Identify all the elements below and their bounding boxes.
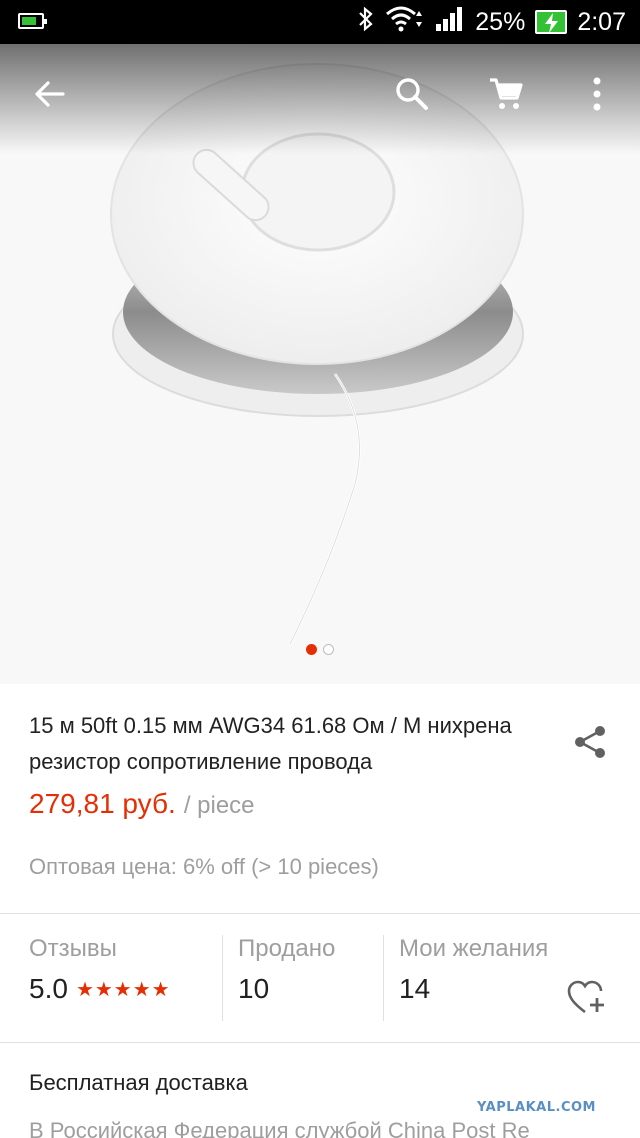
shipping-title: Бесплатная доставка xyxy=(29,1070,248,1095)
status-bar: 25% 2:07 xyxy=(0,0,640,44)
price-row: 279,81 руб. / piece xyxy=(29,788,255,820)
reviews-label: Отзывы xyxy=(29,935,117,962)
wholesale-price: Оптовая цена: 6% off (> 10 pieces) xyxy=(29,854,379,879)
cart-button[interactable] xyxy=(482,70,530,118)
back-button[interactable] xyxy=(26,70,74,118)
share-button[interactable] xyxy=(568,720,612,764)
signal-icon xyxy=(435,6,465,39)
heart-add-icon xyxy=(567,980,604,1014)
sold-stat: Продано 10 xyxy=(238,935,335,1025)
divider xyxy=(222,935,223,1021)
sold-value: 10 xyxy=(238,973,270,1004)
share-icon xyxy=(575,726,605,758)
pager-dot[interactable] xyxy=(323,644,334,655)
search-icon xyxy=(396,78,428,110)
overflow-menu-button[interactable] xyxy=(573,70,621,118)
wishlist-label: Мои желания xyxy=(399,935,549,962)
product-price: 279,81 руб. xyxy=(29,788,176,819)
rating-stars: ★★★★★ xyxy=(75,978,171,1001)
shipping-description: В Российская Федерация службой China Pos… xyxy=(29,1118,530,1138)
divider xyxy=(383,935,384,1021)
search-button[interactable] xyxy=(388,70,436,118)
divider xyxy=(0,913,640,914)
battery-charging-icon xyxy=(535,10,568,34)
product-title: 15 м 50ft 0.15 мм AWG34 61.68 Ом / М них… xyxy=(29,713,512,774)
sold-label: Продано xyxy=(238,935,336,962)
watermark: YAPLAKAL.COM xyxy=(477,1100,596,1115)
wifi-icon xyxy=(385,5,425,40)
pager-dot-active[interactable] xyxy=(306,644,317,655)
cart-icon xyxy=(490,78,523,109)
reviews-stat[interactable]: Отзывы 5.0 ★★★★★ xyxy=(29,935,171,1025)
arrow-back-icon xyxy=(35,81,65,107)
product-image-gallery[interactable] xyxy=(0,44,640,684)
add-to-wishlist-button[interactable] xyxy=(566,977,608,1019)
wishlist-value: 14 xyxy=(399,973,431,1004)
clock: 2:07 xyxy=(577,7,626,36)
gallery-pager xyxy=(0,644,640,655)
battery-percent: 25% xyxy=(475,7,526,36)
divider xyxy=(0,1042,640,1043)
status-icons: 25% 2:07 xyxy=(357,0,626,44)
reviews-value: 5.0 xyxy=(29,973,68,1004)
bluetooth-icon xyxy=(357,6,375,39)
more-vert-icon xyxy=(593,77,601,111)
price-unit: / piece xyxy=(183,792,255,819)
stats-row: Отзывы 5.0 ★★★★★ Продано 10 Мои желания … xyxy=(0,915,640,1040)
wishlist-stat: Мои желания 14 xyxy=(399,935,548,1025)
battery-saver-icon xyxy=(18,13,47,29)
